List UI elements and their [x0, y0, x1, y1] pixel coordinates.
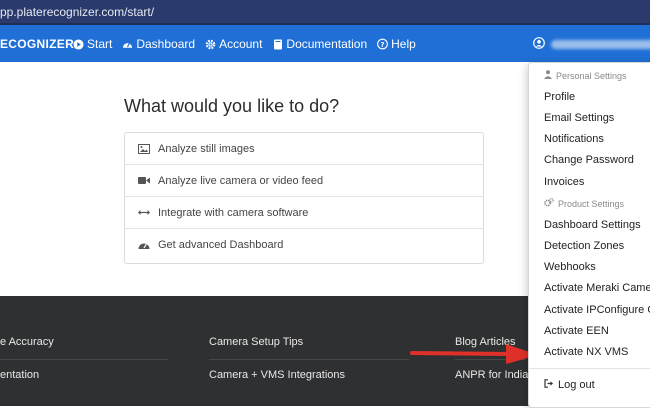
nav-help[interactable]: ? Help: [377, 37, 416, 51]
menu-item-activate-ipconfigure[interactable]: Activate IPConfigure O: [544, 304, 650, 316]
footer-link[interactable]: Camera Setup Tips: [209, 336, 345, 369]
menu-item-profile[interactable]: Profile: [544, 91, 575, 103]
header-label: Product Settings: [558, 198, 625, 209]
menu-item-dashboard-settings[interactable]: Dashboard Settings: [544, 219, 641, 231]
menu-item-change-password[interactable]: Change Password: [544, 154, 634, 166]
footer-col-2: Camera Setup Tips Camera + VMS Integrati…: [209, 336, 345, 402]
menu-divider: [529, 368, 650, 369]
svg-text:?: ?: [381, 40, 385, 49]
page-title: What would you like to do?: [124, 96, 340, 116]
gears-icon: [544, 197, 554, 209]
footer-link[interactable]: entation: [0, 369, 54, 402]
dashboard-icon: [122, 39, 133, 50]
nav-dashboard-label: Dashboard: [136, 37, 196, 51]
menu-item-logout[interactable]: Log out: [544, 379, 595, 391]
user-icon: [544, 70, 552, 81]
option-label: Get advanced Dashboard: [158, 239, 284, 251]
nav-menu: Start Dashboard Account Documentation ? …: [73, 37, 416, 51]
top-navbar: ECOGNIZER Start Dashboard Account Docume…: [0, 25, 650, 62]
menu-item-activate-een[interactable]: Activate EEN: [544, 325, 609, 337]
nav-help-label: Help: [391, 37, 416, 51]
footer-link[interactable]: ANPR for India: [455, 369, 528, 402]
play-circle-icon: [73, 38, 84, 50]
menu-item-invoices[interactable]: Invoices: [544, 176, 584, 188]
user-circle-icon: [533, 37, 545, 52]
logout-label: Log out: [558, 379, 595, 391]
menu-item-email-settings[interactable]: Email Settings: [544, 112, 614, 124]
footer-divider: [0, 359, 168, 360]
personal-settings-header: Personal Settings: [544, 70, 627, 81]
option-label: Analyze live camera or video feed: [158, 174, 324, 187]
arrows-horizontal-icon: [138, 209, 150, 216]
user-menu-toggle[interactable]: [533, 37, 650, 52]
user-dropdown-menu: Personal Settings Profile Email Settings…: [528, 62, 650, 408]
product-settings-header: Product Settings: [544, 197, 625, 209]
nav-start-label: Start: [87, 37, 113, 51]
nav-documentation[interactable]: Documentation: [272, 37, 367, 51]
action-options-list: Analyze still images Analyze live camera…: [124, 132, 484, 264]
browser-url-bar[interactable]: pp.platerecognizer.com/start/: [0, 0, 650, 25]
nav-dashboard[interactable]: Dashboard: [122, 37, 195, 51]
option-analyze-live-camera[interactable]: Analyze live camera or video feed: [125, 165, 483, 197]
gear-icon: [205, 39, 216, 50]
url-text[interactable]: pp.platerecognizer.com/start/: [0, 5, 154, 19]
nav-start[interactable]: Start: [73, 37, 112, 51]
option-label: Integrate with camera software: [158, 206, 309, 219]
footer-col-1: e Accuracy entation: [0, 336, 54, 402]
menu-item-detection-zones[interactable]: Detection Zones: [544, 240, 624, 252]
footer-link[interactable]: e Accuracy: [0, 336, 54, 369]
annotation-arrow: [410, 344, 538, 364]
sign-out-icon: [544, 379, 554, 391]
option-label: Analyze still images: [158, 142, 255, 155]
option-integrate-camera-software[interactable]: Integrate with camera software: [125, 197, 483, 229]
option-analyze-images[interactable]: Analyze still images: [125, 133, 483, 165]
video-camera-icon: [138, 176, 150, 185]
menu-item-activate-meraki[interactable]: Activate Meraki Camer: [544, 282, 650, 294]
menu-item-notifications[interactable]: Notifications: [544, 133, 604, 145]
footer-divider: [209, 359, 409, 360]
header-label: Personal Settings: [556, 70, 627, 81]
nav-account-label: Account: [219, 37, 263, 51]
book-icon: [272, 39, 283, 50]
user-email-blurred: [551, 40, 650, 49]
option-advanced-dashboard[interactable]: Get advanced Dashboard: [125, 229, 483, 261]
question-circle-icon: ?: [377, 38, 389, 50]
nav-account[interactable]: Account: [205, 37, 262, 51]
tachometer-icon: [138, 240, 150, 250]
brand-logo-text[interactable]: ECOGNIZER: [0, 37, 74, 51]
menu-item-activate-nx-vms[interactable]: Activate NX VMS: [544, 346, 628, 358]
menu-item-webhooks[interactable]: Webhooks: [544, 261, 596, 273]
image-icon: [138, 143, 150, 154]
footer-link[interactable]: Camera + VMS Integrations: [209, 369, 345, 402]
nav-documentation-label: Documentation: [286, 37, 368, 51]
